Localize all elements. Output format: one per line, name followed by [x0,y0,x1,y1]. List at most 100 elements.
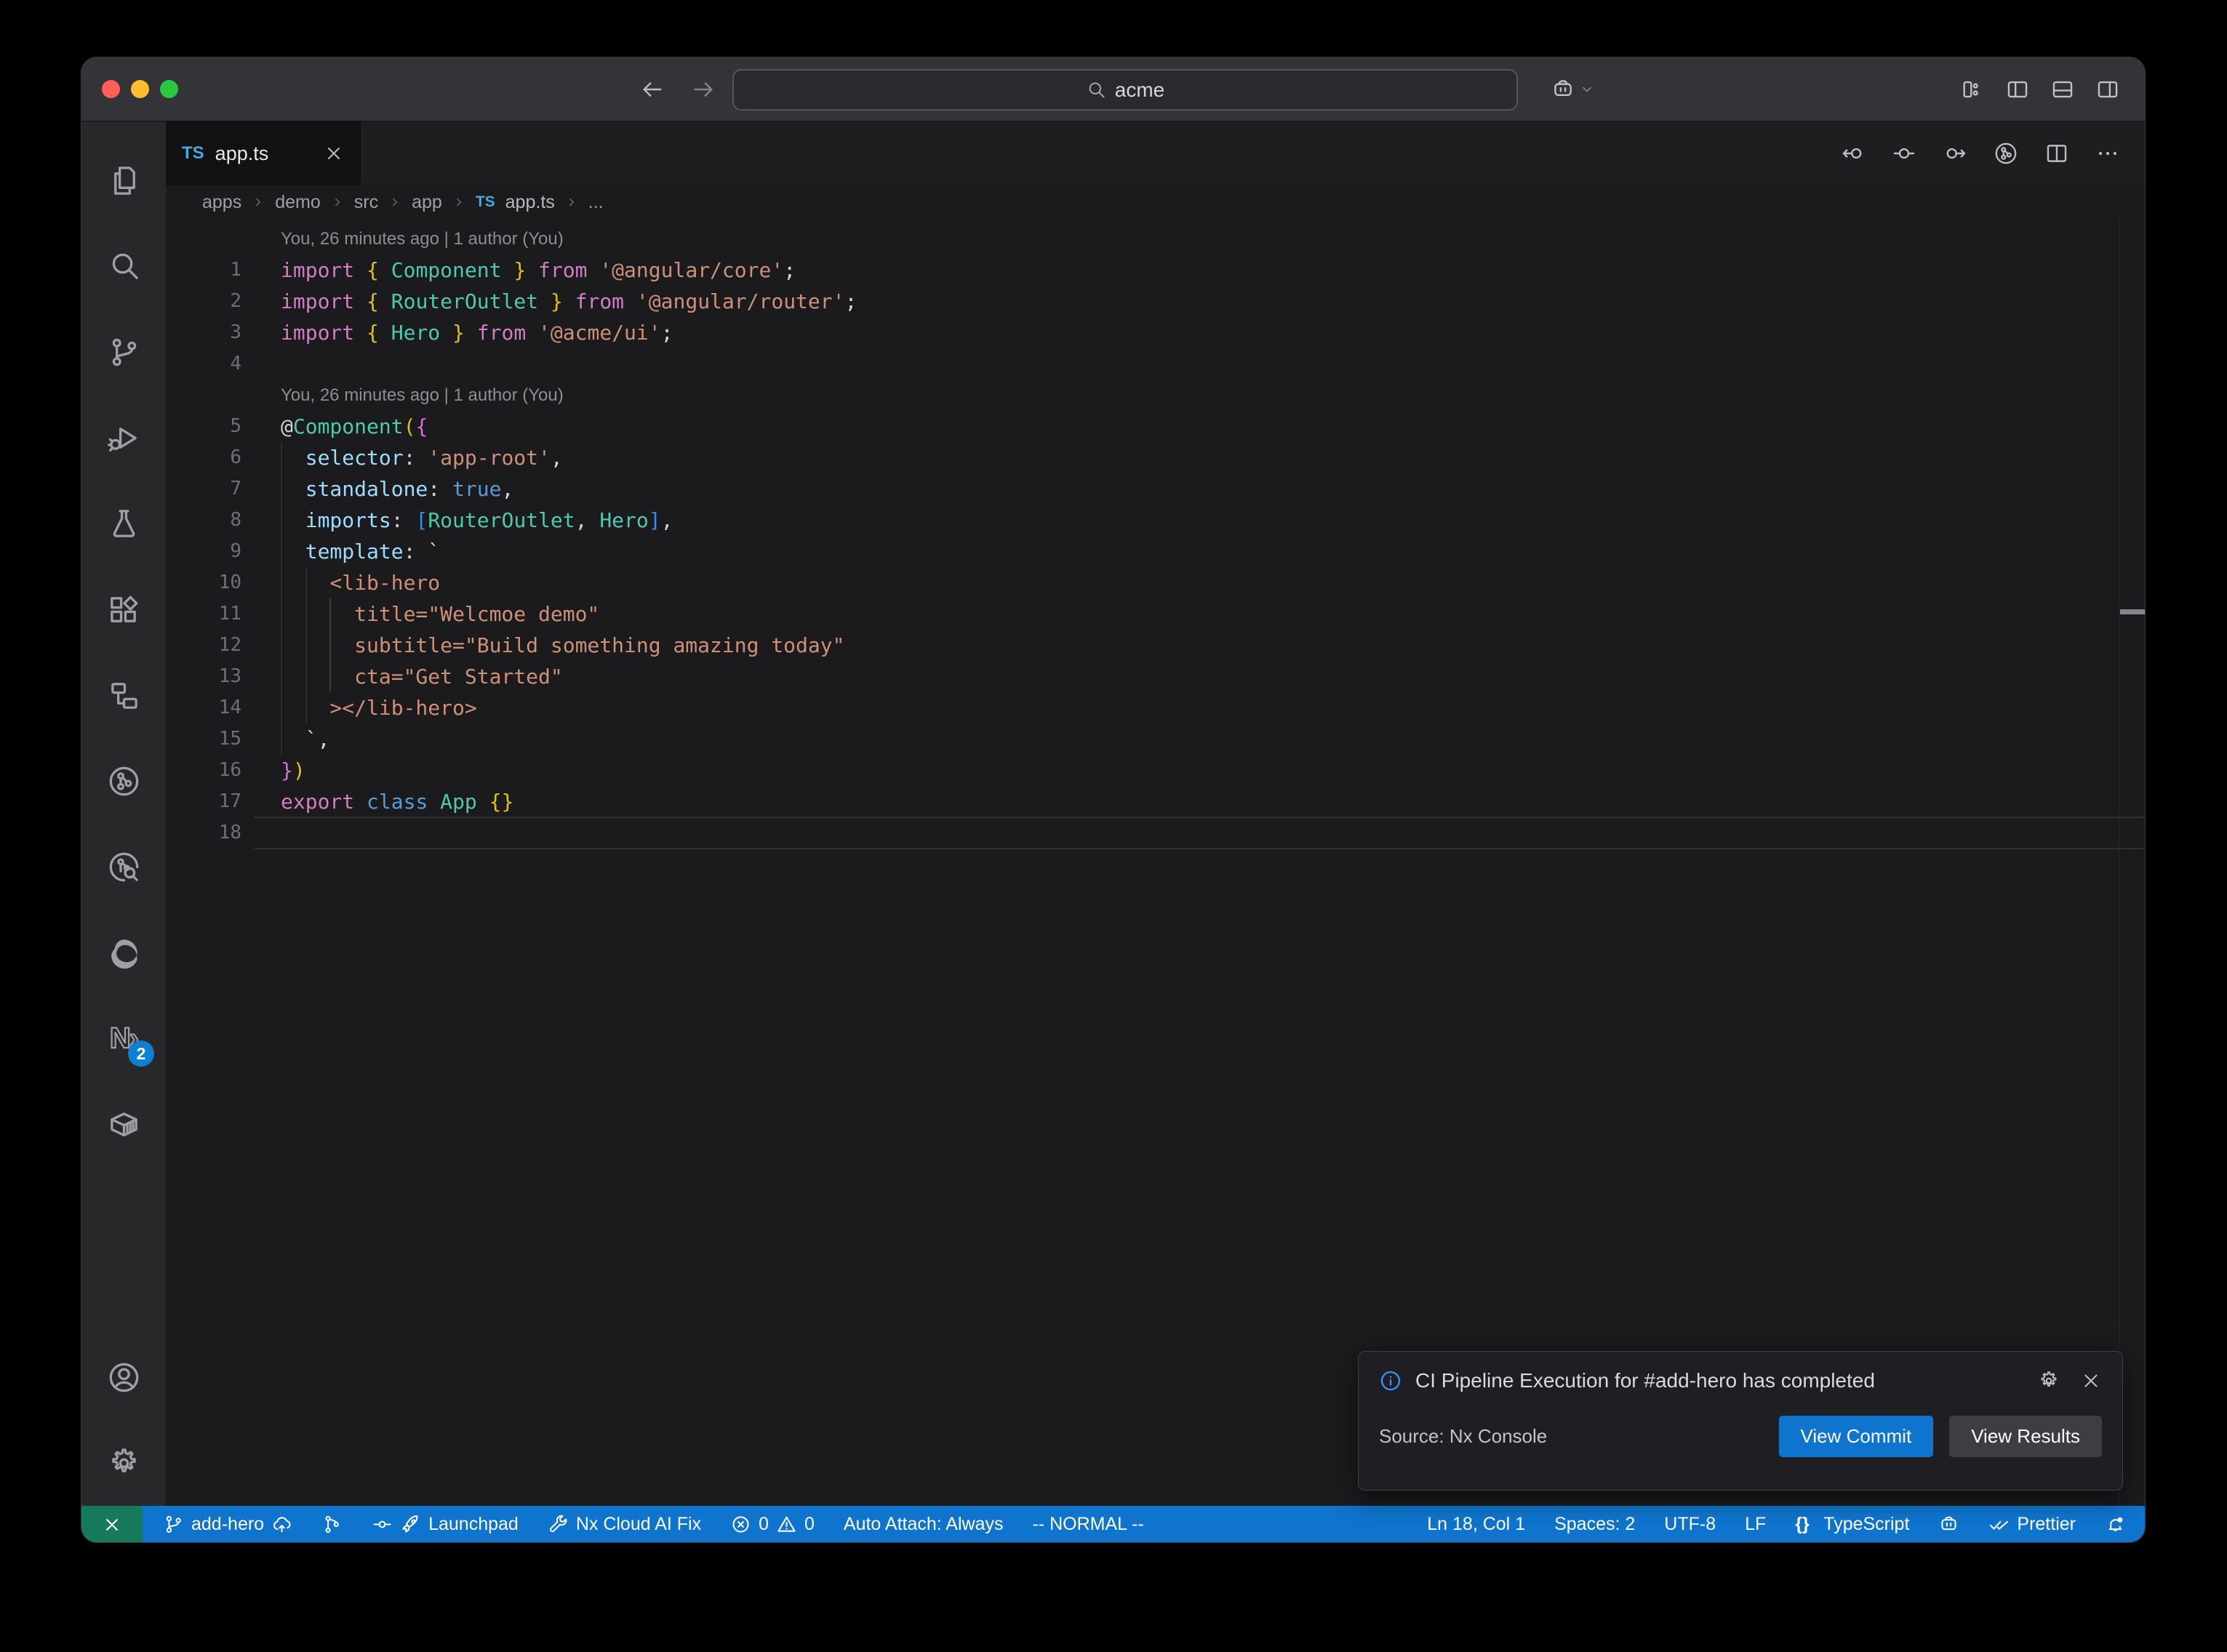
bell-dot-icon [2105,1514,2126,1535]
copilot-menu[interactable] [1551,77,1594,102]
copilot-icon [1938,1514,1959,1535]
navigate-back-icon[interactable] [640,77,665,102]
error-icon [730,1514,751,1535]
status-bar-item-launchpad[interactable]: Launchpad [372,1514,519,1535]
open-changes-icon[interactable] [1892,141,1916,166]
activity-bar-item-gitlens-inspect[interactable] [81,824,166,910]
notification-settings-icon[interactable] [2038,1370,2060,1392]
breadcrumb-item[interactable]: demo [275,192,321,213]
close-tab-icon[interactable] [324,143,344,164]
activity-bar-item-containers[interactable] [81,1081,166,1167]
status-bar-item-indentation[interactable]: Spaces: 2 [1554,1514,1635,1535]
line-number: 9 [166,536,241,567]
code-line-13: 13 cta="Get Started" [166,661,2145,692]
activity-bar-item-search[interactable] [81,223,166,309]
minimize-window-button[interactable] [131,80,149,98]
code-line-15: 15 `, [166,723,2145,755]
chevron-right-icon [252,196,265,209]
code-line-4: 4 [166,348,2145,380]
activity-bar-item-accounts[interactable] [81,1334,166,1420]
line-number: 18 [166,817,241,849]
zoom-window-button[interactable] [160,80,178,98]
activity-bar-item-gitlens[interactable] [81,738,166,824]
wrench-icon [548,1514,569,1535]
status-bar-item-language-mode[interactable]: {}TypeScript [1795,1514,1909,1535]
activity-bar-item-extensions[interactable] [81,566,166,652]
cloud-upload-icon [271,1514,292,1535]
status-label: add-hero [191,1514,264,1535]
status-bar-item-vim-mode[interactable]: -- NORMAL -- [1032,1514,1143,1535]
line-number: 8 [166,505,241,536]
status-label: TypeScript [1823,1514,1909,1535]
rocket-icon [400,1514,421,1535]
activity-bar-item-testing[interactable] [81,481,166,566]
notification-close-icon[interactable] [2080,1370,2102,1392]
tab-app-ts[interactable]: TS app.ts [166,121,361,185]
activity-bar-item-explorer[interactable] [81,137,166,223]
typescript-file-icon: TS [182,143,204,164]
gitlens-inspect-icon [107,850,141,884]
line-number: 3 [166,317,241,348]
activity-bar-item-settings[interactable] [81,1420,166,1506]
notification-title: CI Pipeline Execution for #add-hero has … [1415,1369,2025,1392]
status-bar-item-eol[interactable]: LF [1745,1514,1766,1535]
activity-bar-item-nx-console[interactable]: N›2 [81,995,166,1081]
code-line-10: 10 <lib-hero [166,567,2145,598]
open-changes-previous-icon[interactable] [1841,141,1866,166]
navigate-forward-icon[interactable] [691,77,716,102]
activity-bar-item-source-control[interactable] [81,309,166,395]
code-line-2: 2import { RouterOutlet } from '@angular/… [166,286,2145,317]
status-bar-item-problems[interactable]: 00 [730,1514,815,1535]
customize-layout-button[interactable] [1960,77,1985,102]
status-label: Spaces: 2 [1554,1514,1635,1535]
breadcrumb-tail[interactable]: ... [588,192,604,213]
status-bar-item-auto-attach[interactable]: Auto Attach: Always [844,1514,1004,1535]
status-label: Auto Attach: Always [844,1514,1004,1535]
more-actions-button[interactable] [2095,141,2120,166]
title-bar: acme [81,57,2145,121]
breadcrumb-item[interactable]: apps [202,192,241,213]
activity-bar-item-run-debug[interactable] [81,395,166,481]
code-line-3: 3import { Hero } from '@acme/ui'; [166,317,2145,348]
line-number: 10 [166,567,241,598]
toggle-secondary-sidebar-button[interactable] [2095,77,2120,102]
chevron-right-icon [388,196,401,209]
breadcrumb-item[interactable]: app [412,192,442,213]
view-results-button[interactable]: View Results [1949,1416,2102,1457]
status-bar-item-encoding[interactable]: UTF-8 [1664,1514,1716,1535]
remote-indicator[interactable] [81,1506,143,1543]
activity-bar-item-edge-tools[interactable] [81,910,166,995]
status-bar-item-notifications-bell[interactable] [2105,1514,2126,1535]
status-bar-item-copilot[interactable] [1938,1514,1959,1535]
code-editor[interactable]: You, 26 minutes ago | 1 author (You)1imp… [166,219,2145,1506]
chevron-down-icon [1580,82,1594,97]
status-label: LF [1745,1514,1766,1535]
open-changes-next-icon[interactable] [1943,141,1967,166]
view-commit-button[interactable]: View Commit [1779,1416,1934,1457]
line-number: 11 [166,598,241,630]
toggle-primary-sidebar-button[interactable] [2005,77,2030,102]
split-editor-button[interactable] [2044,141,2069,166]
breadcrumb-item[interactable]: src [354,192,378,213]
search-value: acme [1115,79,1164,102]
command-center-search[interactable]: acme [732,69,1518,111]
code-line-12: 12 subtitle="Build something amazing tod… [166,630,2145,661]
status-bar-item-branch[interactable]: add-hero [163,1514,292,1535]
status-label: Nx Cloud AI Fix [576,1514,701,1535]
code-line-8: 8 imports: [RouterOutlet, Hero], [166,505,2145,536]
close-window-button[interactable] [102,80,120,98]
activity-bar-item-hierarchy[interactable] [81,652,166,738]
line-number: 2 [166,286,241,317]
toggle-panel-button[interactable] [2050,77,2075,102]
commit-graph-button[interactable] [1994,141,2018,166]
status-bar-item-commit-graph[interactable] [321,1514,343,1535]
status-bar-item-nx-cloud-ai-fix[interactable]: Nx Cloud AI Fix [548,1514,701,1535]
status-bar-item-cursor-position[interactable]: Ln 18, Col 1 [1427,1514,1525,1535]
git-blame-annotation: You, 26 minutes ago | 1 author (You) [166,380,2145,411]
breadcrumb-file[interactable]: app.ts [505,192,555,213]
status-bar-item-prettier[interactable]: Prettier [1988,1514,2076,1535]
line-number: 6 [166,442,241,473]
double-check-icon [1988,1514,2010,1535]
code-line-17: 17export class App {} [166,786,2145,817]
status-label: -- NORMAL -- [1032,1514,1143,1535]
